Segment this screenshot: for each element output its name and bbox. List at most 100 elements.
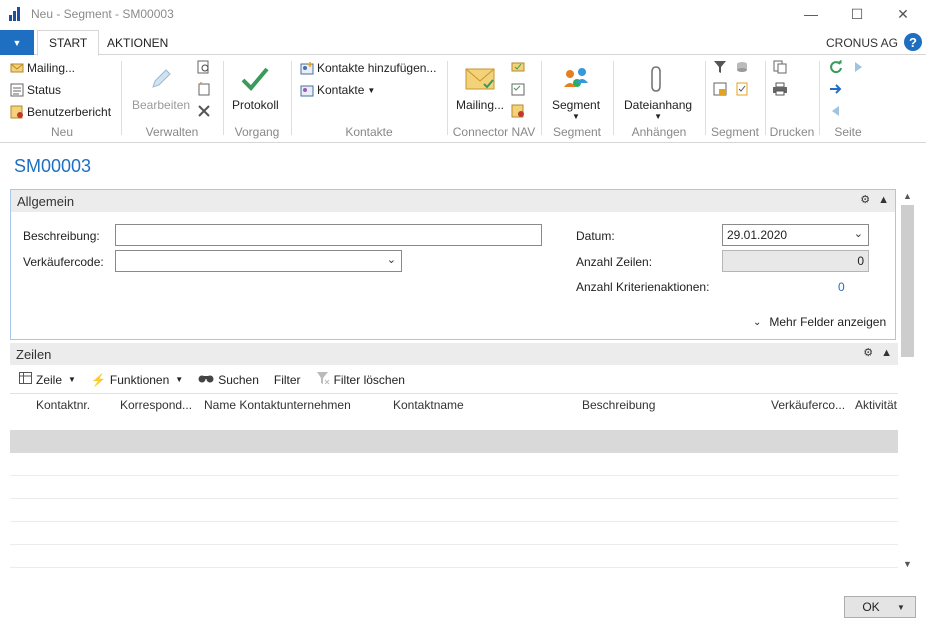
- mail-settings-icon[interactable]: [510, 103, 526, 119]
- company-name[interactable]: CRONUS AG: [826, 36, 898, 50]
- app-icon: [9, 7, 23, 21]
- group-label-anhaengen: Anhängen: [631, 125, 687, 139]
- filter-loeschen-label: Filter löschen: [333, 372, 405, 387]
- table-row[interactable]: [10, 567, 898, 568]
- fasttab-title: Allgemein: [17, 193, 75, 209]
- status-label: Status: [27, 83, 62, 97]
- collapse-icon[interactable]: ▲: [878, 194, 889, 206]
- column-header[interactable]: Aktivität: [855, 398, 897, 412]
- tab-start[interactable]: START: [37, 30, 100, 56]
- filter-button[interactable]: Filter: [274, 373, 301, 387]
- scroll-up-icon[interactable]: ▲: [899, 191, 916, 205]
- table-row[interactable]: [10, 475, 898, 476]
- close-button[interactable]: ✕: [880, 0, 926, 28]
- customize-icon[interactable]: ⚙: [860, 193, 870, 206]
- clipboard-check-icon[interactable]: [734, 81, 750, 97]
- table-row[interactable]: [10, 544, 898, 545]
- funktionen-menu-button[interactable]: ⚡ Funktionen ▼: [91, 373, 183, 387]
- view-icon[interactable]: [196, 59, 212, 75]
- dateianhang-label: Dateianhang: [624, 98, 693, 112]
- dropdown-arrow-icon: ▼: [68, 375, 76, 384]
- chevron-down-icon: ⌄: [386, 254, 396, 266]
- anzahl-kriterien-value[interactable]: 0: [838, 280, 845, 294]
- column-header[interactable]: Kontaktname: [393, 398, 464, 412]
- status-button[interactable]: Status: [10, 83, 61, 97]
- mail-icon: [10, 61, 24, 75]
- title-bar: Neu - Segment - SM00003 — ☐ ✕: [0, 0, 926, 28]
- verkaeufercode-label: Verkäufercode:: [23, 255, 104, 269]
- new-document-icon[interactable]: [196, 81, 212, 97]
- chevron-down-icon: ▼: [12, 37, 22, 48]
- zeile-menu-button[interactable]: Zeile ▼: [19, 372, 76, 387]
- dropdown-arrow-icon[interactable]: ▼: [897, 603, 905, 612]
- fasttab-allgemein: Allgemein ⚙ ▲ Beschreibung: Verkäufercod…: [10, 189, 896, 340]
- kontakte-hinzufuegen-label: Kontakte hinzufügen...: [317, 61, 437, 75]
- previous-record-icon[interactable]: [828, 103, 844, 119]
- verkaeufercode-select[interactable]: ⌄: [115, 250, 402, 272]
- connector-mailing-label: Mailing...: [456, 98, 505, 112]
- bearbeiten-button[interactable]: Bearbeiten: [132, 63, 190, 112]
- fasttab-header[interactable]: Allgemein ⚙ ▲: [11, 190, 895, 212]
- mehr-felder-button[interactable]: ⌄ Mehr Felder anzeigen: [753, 315, 886, 329]
- refresh-icon[interactable]: [828, 59, 844, 75]
- anzahl-zeilen-label: Anzahl Zeilen:: [576, 255, 653, 269]
- table-icon[interactable]: [712, 81, 728, 97]
- table-row[interactable]: [10, 521, 898, 522]
- next-record-icon[interactable]: [850, 59, 866, 75]
- mailing-button[interactable]: Mailing...: [10, 61, 75, 75]
- lightning-icon: ⚡: [90, 372, 106, 387]
- protokoll-button[interactable]: Protokoll: [232, 63, 279, 112]
- delete-icon[interactable]: [196, 103, 212, 119]
- mail-check-icon[interactable]: [510, 59, 526, 75]
- filter-loeschen-button[interactable]: Filter löschen: [316, 371, 405, 388]
- segment-button[interactable]: Segment ▼: [552, 63, 600, 121]
- minimize-button[interactable]: —: [788, 0, 834, 28]
- group-label-verwalten: Verwalten: [145, 125, 199, 139]
- mailing-label: Mailing...: [27, 61, 76, 75]
- suchen-label: Suchen: [218, 372, 259, 387]
- customize-icon[interactable]: ⚙: [863, 346, 873, 359]
- column-header[interactable]: Beschreibung: [582, 398, 655, 412]
- connector-mailing-button[interactable]: Mailing...: [456, 63, 504, 112]
- report-icon: [10, 105, 24, 119]
- scroll-down-icon[interactable]: ▼: [899, 559, 916, 573]
- mail-list-icon[interactable]: [510, 81, 526, 97]
- bearbeiten-label: Bearbeiten: [132, 98, 191, 112]
- anzahl-kriterien-label: Anzahl Kriterienaktionen:: [576, 280, 710, 294]
- suchen-button[interactable]: Suchen: [198, 372, 259, 387]
- kontakte-dropdown[interactable]: Kontakte ▼: [300, 83, 375, 97]
- kontakte-hinzufuegen-button[interactable]: Kontakte hinzufügen...: [300, 61, 436, 75]
- group-verwalten: Bearbeiten Verwalten: [124, 59, 220, 141]
- collapse-icon[interactable]: ▲: [881, 347, 892, 359]
- arrow-right-icon[interactable]: [828, 81, 844, 97]
- datum-input[interactable]: 29.01.2020 ⌄: [722, 224, 869, 246]
- status-icon: [10, 83, 24, 97]
- help-icon[interactable]: ?: [904, 33, 922, 51]
- dateianhang-button[interactable]: Dateianhang ▼: [624, 63, 692, 121]
- beschreibung-input[interactable]: [115, 224, 542, 246]
- column-header[interactable]: Korrespond...: [120, 398, 192, 412]
- group-vorgang: Protokoll Vorgang: [226, 59, 288, 141]
- maximize-button[interactable]: ☐: [834, 0, 880, 28]
- group-label-drucken: Drucken: [769, 125, 815, 139]
- column-header[interactable]: Kontaktnr.: [36, 398, 90, 412]
- zeilen-title: Zeilen: [16, 346, 52, 362]
- table-row[interactable]: [10, 498, 898, 499]
- printer-icon[interactable]: [772, 81, 788, 97]
- benutzerbericht-button[interactable]: Benutzerbericht: [10, 105, 111, 119]
- column-header[interactable]: Name Kontaktunternehmen: [204, 398, 351, 412]
- filter-icon[interactable]: [712, 59, 728, 75]
- add-contact-icon: [300, 61, 314, 75]
- column-header[interactable]: Verkäuferco...: [771, 398, 845, 412]
- fasttab-zeilen-header[interactable]: Zeilen ⚙ ▲: [10, 343, 898, 365]
- database-icon[interactable]: [734, 59, 750, 75]
- group-kontakte: Kontakte hinzufügen... Kontakte ▼ Kontak…: [294, 59, 444, 141]
- app-menu-button[interactable]: ▼: [0, 30, 34, 55]
- tab-aktionen[interactable]: AKTIONEN: [96, 30, 179, 56]
- copy-pages-icon[interactable]: [772, 59, 788, 75]
- table-row-selected[interactable]: [10, 430, 898, 453]
- scrollbar-thumb[interactable]: [901, 205, 914, 357]
- ok-button[interactable]: OK ▼: [844, 596, 916, 618]
- dropdown-arrow-icon: ▼: [367, 85, 376, 95]
- vertical-scrollbar[interactable]: ▲ ▼: [899, 189, 916, 577]
